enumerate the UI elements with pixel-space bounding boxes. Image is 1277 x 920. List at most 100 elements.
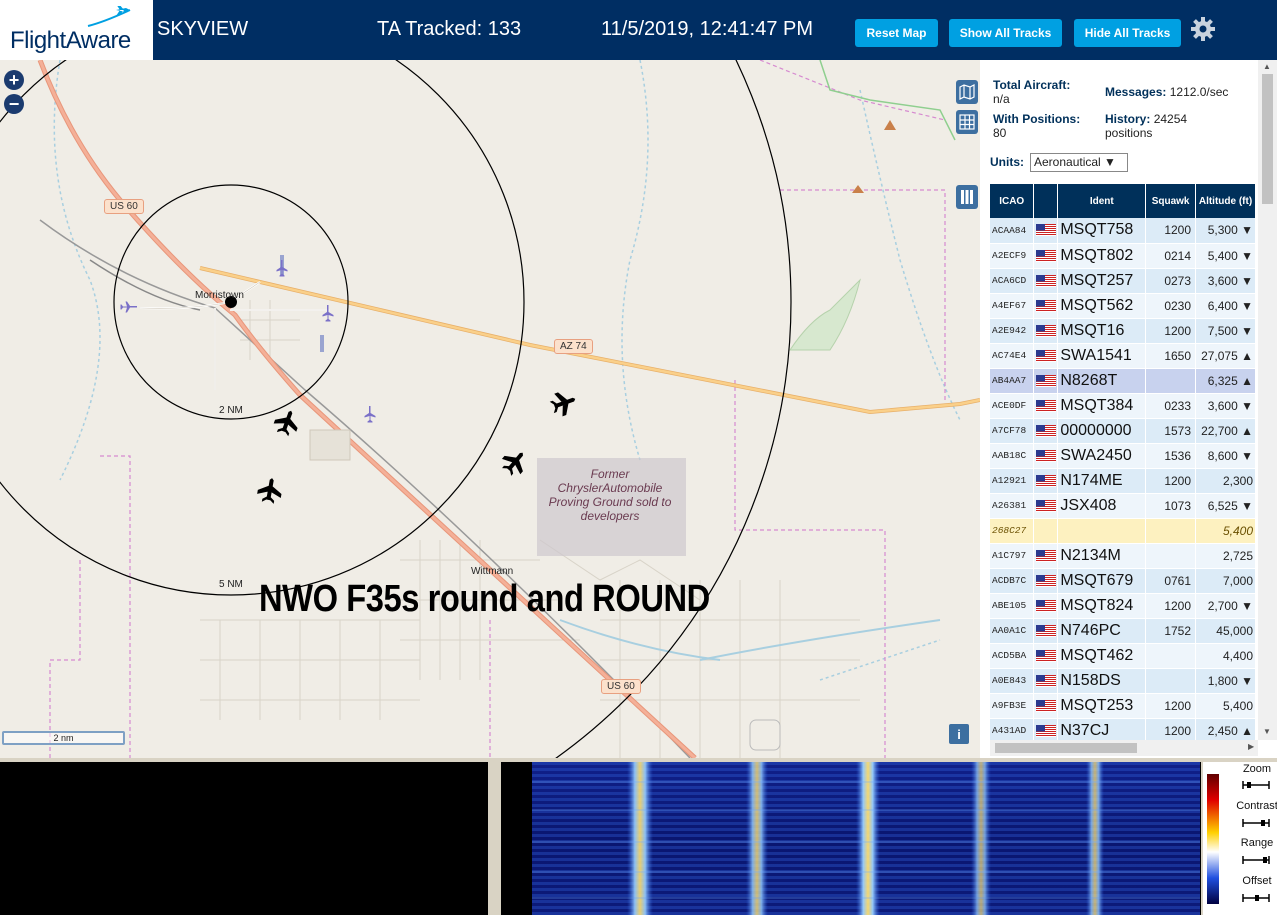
table-row[interactable]: A12921 N174ME 1200 2,300 bbox=[990, 468, 1256, 494]
flightaware-logo[interactable]: FlightAware bbox=[0, 0, 153, 60]
flag-cell bbox=[1033, 543, 1059, 569]
us-flag-icon bbox=[1035, 274, 1056, 287]
col-flag[interactable] bbox=[1033, 184, 1059, 218]
hide-all-tracks-button[interactable]: Hide All Tracks bbox=[1074, 19, 1181, 47]
ring-label-5nm: 5 NM bbox=[219, 579, 243, 590]
icao-cell: AAB18C bbox=[990, 443, 1035, 469]
squawk-cell: 1200 bbox=[1145, 693, 1197, 719]
altitude-cell: 5,300 ▼ bbox=[1195, 218, 1256, 244]
info-icon[interactable]: i bbox=[949, 724, 969, 744]
table-row[interactable]: ACAA84 MSQT758 1200 5,300 ▼ bbox=[990, 218, 1256, 244]
squawk-cell bbox=[1145, 543, 1197, 569]
table-row[interactable]: ACA6CD MSQT257 0273 3,600 ▼ bbox=[990, 268, 1256, 294]
col-ident[interactable]: Ident bbox=[1057, 184, 1147, 218]
flag-cell bbox=[1033, 393, 1059, 419]
hscroll-thumb[interactable] bbox=[995, 743, 1137, 753]
scroll-right-icon[interactable]: ▶ bbox=[1248, 742, 1254, 751]
table-row[interactable]: A0E843 N158DS 1,800 ▼ bbox=[990, 668, 1256, 694]
reset-map-button[interactable]: Reset Map bbox=[855, 19, 938, 47]
offset-slider-icon[interactable] bbox=[1241, 892, 1271, 904]
table-row[interactable]: A4EF67 MSQT562 0230 6,400 ▼ bbox=[990, 293, 1256, 319]
scroll-down-icon[interactable]: ▼ bbox=[1263, 727, 1271, 736]
town-label-wittmann: Wittmann bbox=[471, 566, 514, 577]
grid-icon[interactable] bbox=[956, 110, 978, 134]
altitude-cell: 2,450 ▲ bbox=[1195, 718, 1256, 740]
contrast-slider-icon[interactable] bbox=[1241, 817, 1271, 829]
icao-cell: A2E942 bbox=[990, 318, 1035, 344]
ident-cell: SWA2450 bbox=[1057, 443, 1147, 469]
altitude-cell: 5,400 bbox=[1195, 693, 1256, 719]
squawk-cell: 1200 bbox=[1145, 718, 1197, 740]
table-row[interactable]: A2E942 MSQT16 1200 7,500 ▼ bbox=[990, 318, 1256, 344]
flag-cell bbox=[1033, 643, 1059, 669]
columns-icon[interactable] bbox=[956, 185, 978, 209]
zoom-slider-icon[interactable] bbox=[1241, 779, 1271, 791]
table-row[interactable]: 268C27 5,400 bbox=[990, 518, 1256, 544]
flag-cell bbox=[1033, 318, 1059, 344]
icao-cell: AB4AA7 bbox=[990, 368, 1035, 394]
table-row[interactable]: ACE0DF MSQT384 0233 3,600 ▼ bbox=[990, 393, 1256, 419]
ident-cell bbox=[1057, 518, 1147, 544]
flag-cell bbox=[1033, 243, 1059, 269]
app-header: FlightAware SKYVIEW TA Tracked: 133 11/5… bbox=[0, 0, 1277, 60]
us-flag-icon bbox=[1035, 724, 1056, 737]
zoom-in-button[interactable]: + bbox=[4, 70, 24, 90]
us-flag-icon bbox=[1035, 699, 1056, 712]
table-row[interactable]: A1C797 N2134M 2,725 bbox=[990, 543, 1256, 569]
scroll-up-icon[interactable]: ▲ bbox=[1263, 62, 1271, 71]
table-vertical-scrollbar[interactable]: ▲ ▼ bbox=[1258, 60, 1277, 740]
history-label: History: bbox=[1105, 112, 1151, 126]
ta-tracked-count: TA Tracked: 133 bbox=[377, 18, 522, 40]
squawk-cell: 0230 bbox=[1145, 293, 1197, 319]
table-row[interactable]: AB4AA7 N8268T 6,325 ▲ bbox=[990, 368, 1256, 394]
history-stat: History: 24254 positions bbox=[1105, 112, 1187, 140]
table-row[interactable]: ABE105 MSQT824 1200 2,700 ▼ bbox=[990, 593, 1256, 619]
table-row[interactable]: A9FB3E MSQT253 1200 5,400 bbox=[990, 693, 1256, 719]
aircraft-table: ICAO Ident Squawk Altitude (ft) ACAA84 MS… bbox=[990, 184, 1256, 740]
altitude-cell: 2,700 ▼ bbox=[1195, 593, 1256, 619]
table-row[interactable]: A7CF78 00000000 1573 22,700 ▲ bbox=[990, 418, 1256, 444]
squawk-cell: 0761 bbox=[1145, 568, 1197, 594]
map-view[interactable]: Former ChryslerAutomobile Proving Ground… bbox=[0, 60, 980, 758]
icao-cell: ABE105 bbox=[990, 593, 1035, 619]
flag-cell bbox=[1033, 268, 1059, 294]
ident-cell: JSX408 bbox=[1057, 493, 1147, 519]
zoom-out-button[interactable]: − bbox=[4, 94, 24, 114]
icao-cell: A4EF67 bbox=[990, 293, 1035, 319]
flag-cell bbox=[1033, 218, 1059, 244]
table-row[interactable]: A431AD N37CJ 1200 2,450 ▲ bbox=[990, 718, 1256, 740]
units-label: Units: bbox=[990, 155, 1024, 169]
ident-cell: MSQT679 bbox=[1057, 568, 1147, 594]
table-row[interactable]: A2ECF9 MSQT802 0214 5,400 ▼ bbox=[990, 243, 1256, 269]
table-row[interactable]: ACD5BA MSQT462 4,400 bbox=[990, 643, 1256, 669]
units-select[interactable]: Aeronautical ▼ bbox=[1030, 153, 1128, 172]
altitude-cell: 1,800 ▼ bbox=[1195, 668, 1256, 694]
table-row[interactable]: AC74E4 SWA1541 1650 27,075 ▲ bbox=[990, 343, 1256, 369]
ident-cell: MSQT758 bbox=[1057, 218, 1147, 244]
icao-cell: 268C27 bbox=[990, 518, 1035, 544]
ident-cell: MSQT802 bbox=[1057, 243, 1147, 269]
icao-cell: A9FB3E bbox=[990, 693, 1035, 719]
flag-cell bbox=[1033, 418, 1059, 444]
gear-icon[interactable] bbox=[1188, 14, 1218, 44]
col-icao[interactable]: ICAO bbox=[990, 184, 1035, 218]
squawk-cell: 1073 bbox=[1145, 493, 1197, 519]
table-row[interactable]: AA0A1C N746PC 1752 45,000 bbox=[990, 618, 1256, 644]
zoom-control-label: Zoom bbox=[1242, 763, 1272, 775]
messages-value: 1212.0/sec bbox=[1169, 85, 1229, 99]
table-horizontal-scrollbar[interactable]: ▶ bbox=[990, 740, 1258, 756]
map-layers-icon[interactable] bbox=[956, 80, 978, 104]
scroll-thumb[interactable] bbox=[1262, 74, 1273, 204]
col-altitude[interactable]: Altitude (ft) bbox=[1195, 184, 1256, 218]
squawk-cell: 0214 bbox=[1145, 243, 1197, 269]
altitude-cell: 45,000 bbox=[1195, 618, 1256, 644]
altitude-cell: 6,400 ▼ bbox=[1195, 293, 1256, 319]
show-all-tracks-button[interactable]: Show All Tracks bbox=[949, 19, 1062, 47]
table-row[interactable]: A26381 JSX408 1073 6,525 ▼ bbox=[990, 493, 1256, 519]
ident-cell: SWA1541 bbox=[1057, 343, 1147, 369]
total-aircraft-label: Total Aircraft: bbox=[993, 78, 1071, 92]
table-row[interactable]: ACDB7C MSQT679 0761 7,000 bbox=[990, 568, 1256, 594]
range-slider-icon[interactable] bbox=[1241, 854, 1271, 866]
col-squawk[interactable]: Squawk bbox=[1145, 184, 1197, 218]
table-row[interactable]: AAB18C SWA2450 1536 8,600 ▼ bbox=[990, 443, 1256, 469]
